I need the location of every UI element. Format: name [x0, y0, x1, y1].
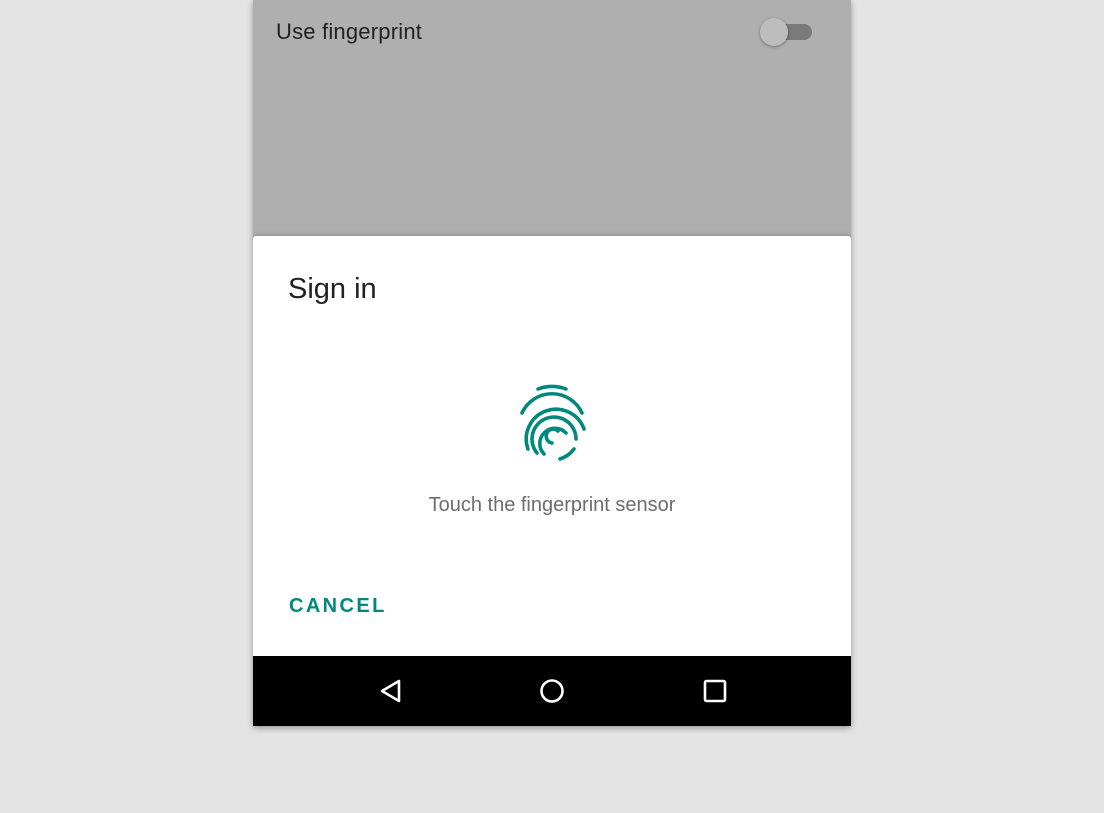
home-button[interactable] [534, 673, 570, 709]
fingerprint-icon [514, 383, 590, 465]
toggle-thumb [760, 18, 788, 46]
system-navigation-bar [253, 656, 851, 726]
fingerprint-hint-text: Touch the fingerprint sensor [428, 494, 676, 516]
recents-square-icon [703, 679, 727, 703]
recents-button[interactable] [697, 673, 733, 709]
back-triangle-icon [380, 679, 401, 703]
use-fingerprint-toggle[interactable] [760, 17, 814, 47]
phone-screen: Use fingerprint Sign in Touch the finger… [253, 0, 851, 726]
sign-in-dialog: Sign in Touch the fingerprint sensor CAN… [253, 236, 851, 656]
cancel-button[interactable]: CANCEL [289, 595, 387, 618]
back-button[interactable] [373, 673, 409, 709]
home-circle-icon [540, 679, 564, 703]
use-fingerprint-label: Use fingerprint [276, 19, 423, 44]
dialog-title: Sign in [288, 273, 377, 305]
use-fingerprint-setting-row[interactable]: Use fingerprint [253, 0, 851, 66]
